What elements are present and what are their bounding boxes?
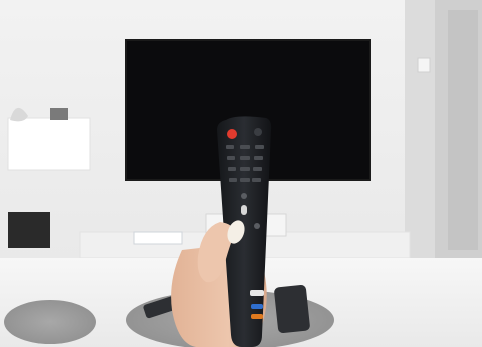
placemat-left: [4, 300, 96, 344]
remote-button-blue: [251, 304, 263, 309]
photo-frame: [0, 0, 482, 347]
living-room-photo: [0, 0, 482, 347]
doorway-shelf: [448, 10, 478, 250]
remote-button-white: [250, 290, 264, 296]
search-icon: [241, 193, 247, 199]
input-button-icon: [254, 128, 262, 136]
wall-shelf: [7, 117, 91, 171]
dark-box: [8, 212, 50, 248]
shelf-object: [50, 108, 68, 120]
power-button-icon: [227, 129, 237, 139]
settings-icon: [254, 223, 260, 229]
microphone-icon: [241, 205, 247, 215]
light-switch: [417, 57, 431, 73]
media-box: [133, 231, 183, 245]
remote-button-orange: [251, 314, 263, 319]
remote-on-table: [274, 284, 310, 334]
